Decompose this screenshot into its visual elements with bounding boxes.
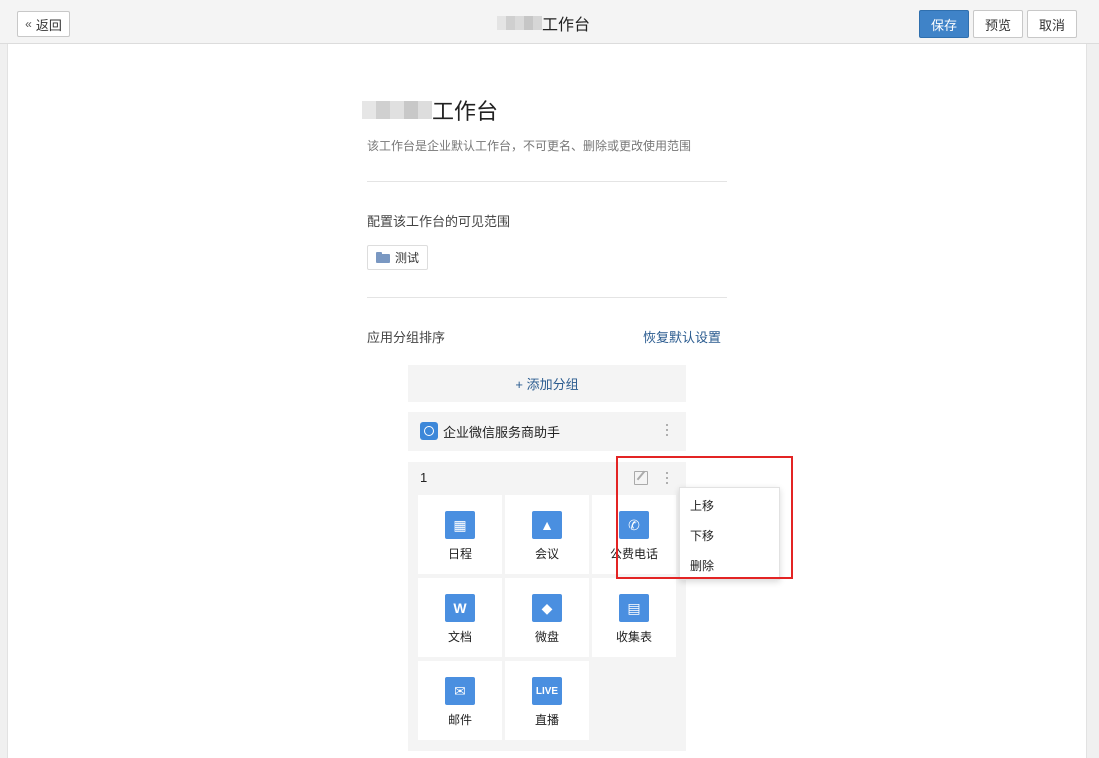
doc-icon: W <box>445 594 475 622</box>
group-context-menu: 上移 下移 删除 <box>679 487 780 580</box>
form-icon: ▤ <box>619 594 649 622</box>
toolbar-title: 工作台 <box>497 12 590 34</box>
page-title-text: 工作台 <box>432 99 499 124</box>
app-tile[interactable]: W 文档 <box>418 578 502 657</box>
menu-item-move-up[interactable]: 上移 <box>690 497 714 514</box>
cancel-button[interactable]: 取消 <box>1027 10 1077 38</box>
more-icon[interactable] <box>662 424 672 438</box>
back-button-label: 返回 <box>35 17 62 33</box>
divider <box>367 297 727 298</box>
phone-icon: ✆ <box>619 511 649 539</box>
folder-icon <box>376 252 390 263</box>
redacted-name <box>362 101 432 119</box>
app-group: 企业微信服务商助手 <box>408 412 686 451</box>
meeting-icon: ▲ <box>532 511 562 539</box>
menu-item-delete[interactable]: 删除 <box>690 557 714 574</box>
group-name: 1 <box>420 470 428 485</box>
calendar-icon: ▦ <box>445 511 475 539</box>
menu-item-move-down[interactable]: 下移 <box>690 527 714 544</box>
app-group: 1 ▦ 日程 ▲ 会议 ✆ 公费电话 W 文档 ◆ 微盘 ▤ 收集表 ✉ 邮件 … <box>408 462 686 751</box>
app-name: 直播 <box>534 713 559 727</box>
mail-icon: ✉ <box>445 677 475 705</box>
preview-button[interactable]: 预览 <box>973 10 1023 38</box>
add-group-button[interactable]: + 添加分组 <box>408 365 686 402</box>
restore-default-link[interactable]: 恢复默认设置 <box>643 327 721 346</box>
live-icon: LIVE <box>532 677 562 705</box>
app-name: 收集表 <box>615 630 652 644</box>
app-name: 公费电话 <box>609 547 658 561</box>
group-name: 企业微信服务商助手 <box>443 425 561 440</box>
divider <box>367 181 727 182</box>
group-order-label: 应用分组排序 <box>367 330 446 345</box>
app-name: 邮件 <box>447 713 472 727</box>
app-tile[interactable]: ▲ 会议 <box>505 495 589 574</box>
assistant-icon <box>420 422 438 440</box>
top-toolbar: « 返回 工作台 保存 预览 取消 <box>0 0 1099 44</box>
more-icon[interactable] <box>662 472 672 486</box>
app-tile[interactable]: ✉ 邮件 <box>418 661 502 740</box>
app-tile[interactable]: ◆ 微盘 <box>505 578 589 657</box>
app-name: 文档 <box>447 630 472 644</box>
app-tile[interactable]: ▦ 日程 <box>418 495 502 574</box>
app-tile[interactable]: ▤ 收集表 <box>592 578 676 657</box>
page-title: 工作台 <box>362 96 498 124</box>
double-chevron-left-icon: « <box>25 17 32 31</box>
app-name: 会议 <box>534 547 559 561</box>
scope-tag[interactable]: 测试 <box>367 245 429 270</box>
app-name: 微盘 <box>534 630 559 644</box>
back-button[interactable]: « 返回 <box>17 11 70 37</box>
app-tile[interactable]: ✆ 公费电话 <box>592 495 676 574</box>
toolbar-title-text: 工作台 <box>542 17 591 34</box>
scope-tag-label: 测试 <box>395 251 420 265</box>
app-tile[interactable]: LIVE 直播 <box>505 661 589 740</box>
redacted-name <box>497 16 542 30</box>
app-name: 日程 <box>447 547 472 561</box>
save-button[interactable]: 保存 <box>919 10 969 38</box>
workspace-description: 该工作台是企业默认工作台，不可更名、删除或更改使用范围 <box>367 139 692 153</box>
edit-icon[interactable] <box>634 471 648 485</box>
drive-icon: ◆ <box>532 594 562 622</box>
scope-label: 配置该工作台的可见范围 <box>367 214 511 229</box>
